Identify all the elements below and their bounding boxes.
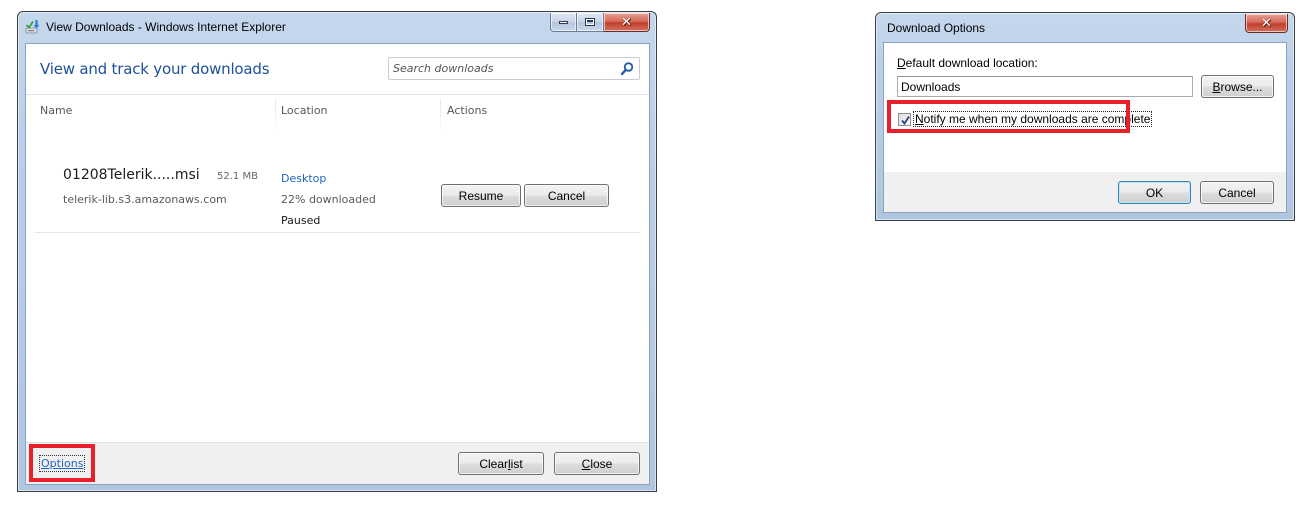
file-size: 52.1 MB <box>217 171 258 182</box>
checkmark-icon <box>901 115 910 125</box>
ok-button[interactable]: OK <box>1118 181 1191 204</box>
file-name: 01208Telerik.....msi <box>63 167 200 183</box>
download-status: Paused <box>281 214 321 227</box>
download-progress: 22% downloaded <box>281 193 376 206</box>
page-heading: View and track your downloads <box>40 60 270 78</box>
button-label: rowse... <box>1220 79 1263 94</box>
search-icon[interactable] <box>619 61 635 77</box>
downloads-footer: Options Clear l ist Close <box>26 442 649 484</box>
dialog-content: Default download location: Browse... Not… <box>883 42 1287 213</box>
dialog-title: Download Options <box>887 21 986 35</box>
close-window-button[interactable]: ✕ <box>604 13 650 32</box>
search-input[interactable] <box>389 58 617 79</box>
notify-label: Notify me when my downloads are complete <box>912 111 1153 127</box>
dialog-footer: OK Cancel <box>884 172 1286 212</box>
downloads-content: View and track your downloads Name Locat… <box>25 43 650 485</box>
dialog-close-button[interactable]: ✕ <box>1245 14 1288 33</box>
downloads-app-icon <box>25 19 41 35</box>
title-bar[interactable]: View Downloads - Windows Internet Explor… <box>18 12 656 42</box>
close-icon: ✕ <box>621 14 632 30</box>
notify-checkbox[interactable]: Notify me when my downloads are complete <box>898 111 1153 127</box>
close-button[interactable]: Close <box>554 452 640 475</box>
button-label: lose <box>590 456 613 471</box>
column-header-actions[interactable]: Actions <box>447 104 487 117</box>
maximize-icon <box>585 18 595 26</box>
download-options-dialog: Download Options ✕ Default download loca… <box>875 12 1295 221</box>
close-icon: ✕ <box>1261 15 1272 31</box>
accelerator-key: B <box>1212 79 1221 94</box>
accelerator-key: D <box>897 56 906 70</box>
column-separator <box>440 100 441 134</box>
resume-button[interactable]: Resume <box>441 184 521 207</box>
cancel-download-button[interactable]: Cancel <box>524 184 609 207</box>
options-link[interactable]: Options <box>38 455 86 472</box>
row-divider <box>35 232 640 233</box>
dialog-title-bar[interactable]: Download Options ✕ <box>876 13 1294 43</box>
dialog-cancel-button[interactable]: Cancel <box>1200 181 1274 204</box>
download-location-input[interactable] <box>897 76 1193 97</box>
column-separator <box>275 100 276 134</box>
accelerator-key: C <box>581 456 591 471</box>
location-label: Default download location: <box>897 56 1038 70</box>
column-header-name[interactable]: Name <box>40 104 72 117</box>
accelerator-key: N <box>915 112 924 126</box>
notify-checkbox-box[interactable] <box>898 112 911 126</box>
button-label: Clear <box>479 456 508 471</box>
clear-list-button[interactable]: Clear l ist <box>458 452 544 475</box>
column-header-location[interactable]: Location <box>281 104 328 117</box>
button-label: ist <box>510 456 523 471</box>
file-source: telerik-lib.s3.amazonaws.com <box>63 193 227 206</box>
search-box[interactable] <box>388 57 640 80</box>
label-text: efault download location: <box>905 56 1038 70</box>
maximize-button[interactable] <box>577 13 604 32</box>
view-downloads-window: View Downloads - Windows Internet Explor… <box>17 11 657 492</box>
minimize-icon <box>559 20 568 24</box>
label-text: otify me when my downloads are complete <box>923 112 1151 126</box>
window-title: View Downloads - Windows Internet Explor… <box>46 20 286 34</box>
browse-button[interactable]: Browse... <box>1201 75 1274 98</box>
location-link[interactable]: Desktop <box>281 172 326 185</box>
minimize-button[interactable] <box>550 13 577 32</box>
header-divider <box>26 94 649 95</box>
